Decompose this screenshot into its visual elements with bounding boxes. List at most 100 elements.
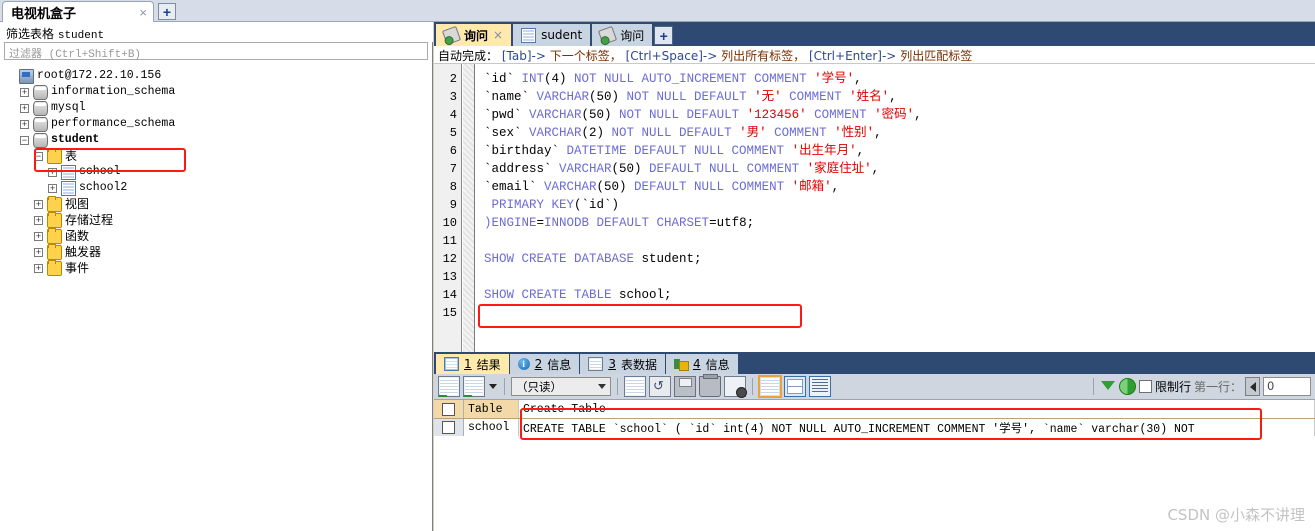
fold-margin[interactable]	[463, 64, 475, 352]
editor-tabbar: 询问 × sudent 询问 +	[434, 22, 1315, 46]
sql-code-area[interactable]: `id` INT(4) NOT NULL AUTO_INCREMENT COMM…	[476, 64, 1315, 352]
code-token: =	[536, 216, 545, 230]
tree-item-触发器[interactable]: + 触发器	[0, 243, 433, 260]
tree-item-函数[interactable]: + 函数	[0, 227, 433, 244]
edit-mode-select[interactable]: （只读）	[511, 377, 611, 396]
expand-icon[interactable]: +	[20, 119, 29, 129]
query-icon	[598, 25, 618, 45]
line-number: 5	[449, 126, 457, 140]
export-grid-icon[interactable]	[463, 376, 485, 397]
filter-table-target: student	[57, 30, 105, 42]
code-token: '密码'	[874, 108, 915, 122]
result-tab-number: 4	[692, 357, 701, 371]
code-token: ,	[831, 180, 840, 194]
code-token: (`id`)	[574, 198, 620, 212]
expand-icon[interactable]: +	[34, 199, 43, 209]
add-row-icon[interactable]	[624, 376, 646, 397]
code-line-4[interactable]: `pwd` VARCHAR(50) NOT NULL DEFAULT '1234…	[484, 106, 922, 124]
collapse-icon[interactable]: −	[34, 151, 43, 161]
sql-editor[interactable]: 2 3 4 5 6 7 8 9 10 11 12 13 14 15 `id` INT(4) NOT NUL…	[434, 64, 1315, 352]
expand-icon[interactable]: +	[48, 167, 57, 177]
cell-create-table[interactable]: CREATE TABLE `school` ( `id` int(4) NOT …	[519, 419, 1315, 437]
code-line-6[interactable]: `birthday` DATETIME DEFAULT NULL COMMENT…	[484, 142, 864, 160]
tree-item-事件[interactable]: + 事件	[0, 259, 433, 276]
mysql-client-window: 电视机盒子 × + 筛选表格 student 过滤器 (Ctrl+Shift+B…	[0, 0, 1315, 531]
expand-icon[interactable]: +	[20, 103, 29, 113]
expand-icon[interactable]: +	[34, 231, 43, 241]
apply-changes-icon[interactable]	[438, 376, 460, 397]
tree-item-school[interactable]: + school	[0, 164, 433, 180]
first-row-input[interactable]: 0	[1263, 377, 1311, 396]
cell-table[interactable]: school	[464, 419, 519, 437]
refresh-icon[interactable]	[649, 376, 671, 397]
expand-icon[interactable]: +	[48, 183, 57, 193]
code-line-5[interactable]: `sex` VARCHAR(2) NOT NULL DEFAULT '男' CO…	[484, 124, 882, 142]
tree-item-information_schema[interactable]: + information_schema	[0, 84, 433, 100]
expand-icon[interactable]: +	[34, 247, 43, 257]
code-token: VARCHAR	[559, 162, 612, 176]
connection-tab[interactable]: 电视机盒子 ×	[2, 1, 154, 22]
previous-page-icon[interactable]	[1245, 377, 1260, 396]
filter-table-label-cn: 筛选表格	[6, 27, 55, 41]
tree-item-label: 存储过程	[65, 213, 114, 227]
tree-item-school2[interactable]: + school2	[0, 180, 433, 196]
code-line-3[interactable]: `name` VARCHAR(50) NOT NULL DEFAULT '无' …	[484, 88, 897, 106]
table-data-icon	[588, 357, 604, 371]
filter-input[interactable]: 过滤器 (Ctrl+Shift+B)	[4, 42, 428, 61]
tree-item-performance_schema[interactable]: + performance_schema	[0, 116, 433, 132]
tree-item-存储过程[interactable]: + 存储过程	[0, 211, 433, 228]
row-checkbox-cell[interactable]	[434, 419, 464, 437]
column-header-create-table[interactable]: Create Table	[519, 400, 1315, 418]
database-icon	[33, 116, 48, 132]
close-icon[interactable]: ×	[493, 28, 503, 42]
delete-row-icon[interactable]	[699, 374, 721, 397]
code-line-12[interactable]: SHOW CREATE DATABASE student;	[484, 250, 702, 268]
code-token: '出生年月'	[791, 144, 857, 158]
collapse-icon[interactable]: −	[20, 135, 29, 145]
code-line-8[interactable]: `email` VARCHAR(50) DEFAULT NULL COMMENT…	[484, 178, 839, 196]
code-line-2[interactable]: `id` INT(4) NOT NULL AUTO_INCREMENT COMM…	[484, 70, 862, 88]
editor-tab-2[interactable]: 询问	[592, 24, 653, 46]
tree-item-root@172.22.10.156[interactable]: root@172.22.10.156	[0, 68, 433, 84]
result-tab-信息-4[interactable]: 4 信息	[665, 354, 738, 374]
toolbar-divider	[617, 378, 618, 395]
folder-icon	[47, 243, 62, 260]
code-token: ,	[856, 144, 865, 158]
form-view-icon[interactable]	[784, 376, 806, 397]
tree-item-student[interactable]: − student	[0, 132, 433, 148]
code-line-14[interactable]: SHOW CREATE TABLE school;	[484, 286, 672, 304]
expand-icon[interactable]: +	[20, 87, 29, 97]
editor-tab-1[interactable]: sudent	[513, 24, 591, 46]
result-tab-信息-2[interactable]: i 2 信息	[509, 354, 580, 374]
refresh-sync-icon[interactable]	[1118, 378, 1136, 395]
code-line-9[interactable]: PRIMARY KEY(`id`)	[484, 196, 620, 214]
select-all-checkbox-cell[interactable]	[434, 400, 464, 418]
tree-item-表[interactable]: − 表	[0, 147, 433, 164]
result-tab-结果-1[interactable]: 1 结果	[436, 354, 509, 374]
text-view-icon[interactable]	[809, 376, 831, 397]
grid-view-icon[interactable]	[758, 375, 782, 398]
code-line-10[interactable]: )ENGINE=INNODB DEFAULT CHARSET=utf8;	[484, 214, 754, 232]
results-toolbar: （只读） 限制行 第一行：	[434, 374, 1315, 400]
new-connection-tab-button[interactable]: +	[158, 3, 176, 20]
save-icon[interactable]	[674, 376, 696, 397]
result-tab-表数据-3[interactable]: 3 表数据	[580, 354, 665, 374]
new-query-tab-button[interactable]: +	[654, 26, 674, 45]
editor-tab-0[interactable]: 询问 ×	[436, 24, 512, 46]
table-row[interactable]: school CREATE TABLE `school` ( `id` int(…	[434, 419, 1315, 437]
code-token: `sex`	[484, 126, 530, 140]
close-icon[interactable]: ×	[137, 5, 149, 20]
hint-value-ctrl-space: 列出所有标签，	[721, 49, 806, 63]
chevron-down-icon[interactable]	[488, 377, 498, 396]
hint-value-ctrl-enter: 列出匹配标签	[900, 49, 973, 63]
limit-rows-checkbox[interactable]	[1138, 380, 1152, 393]
cancel-changes-icon[interactable]	[724, 376, 747, 398]
tree-item-mysql[interactable]: + mysql	[0, 100, 433, 116]
tree-item-label: school	[79, 165, 121, 178]
expand-icon[interactable]: +	[34, 263, 43, 273]
filter-icon[interactable]	[1100, 379, 1116, 395]
expand-icon[interactable]: +	[34, 215, 43, 225]
tree-item-视图[interactable]: + 视图	[0, 195, 433, 212]
column-header-table[interactable]: Table	[464, 400, 519, 418]
code-line-7[interactable]: `address` VARCHAR(50) DEFAULT NULL COMME…	[484, 160, 879, 178]
